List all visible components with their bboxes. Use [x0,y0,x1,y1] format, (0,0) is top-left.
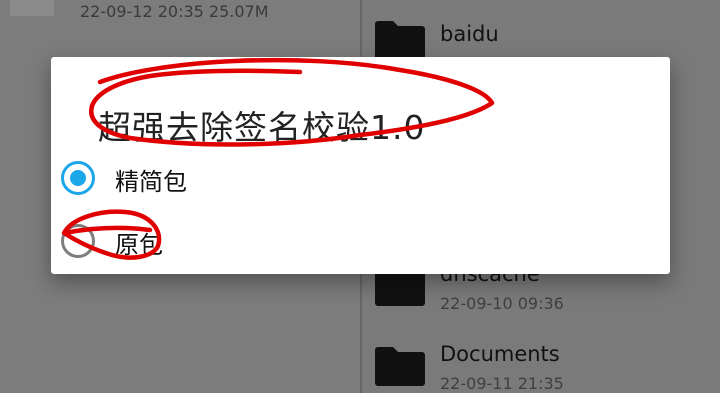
folder-meta-documents: 22-09-11 21:35 [440,374,564,393]
folder-meta-dnscache: 22-09-10 09:36 [440,294,564,313]
folder-icon[interactable] [375,20,425,60]
file-meta: 22-09-12 20:35 25.07M [80,2,269,21]
option-lite-package[interactable]: 精简包 [61,159,361,203]
option-original-package[interactable]: 原包 [61,222,361,266]
choice-dialog: 超强去除签名校验1.0 精简包 原包 [51,57,670,274]
radio-checked-icon[interactable] [61,161,95,195]
radio-unchecked-icon[interactable] [61,224,95,258]
option-label: 精简包 [115,168,187,196]
dialog-title: 超强去除签名校验1.0 [98,108,426,147]
folder-name-baidu[interactable]: baidu [440,22,499,46]
folder-icon[interactable] [375,346,425,386]
file-thumbnail[interactable] [10,0,54,16]
option-label: 原包 [115,231,163,259]
folder-name-documents[interactable]: Documents [440,342,560,366]
